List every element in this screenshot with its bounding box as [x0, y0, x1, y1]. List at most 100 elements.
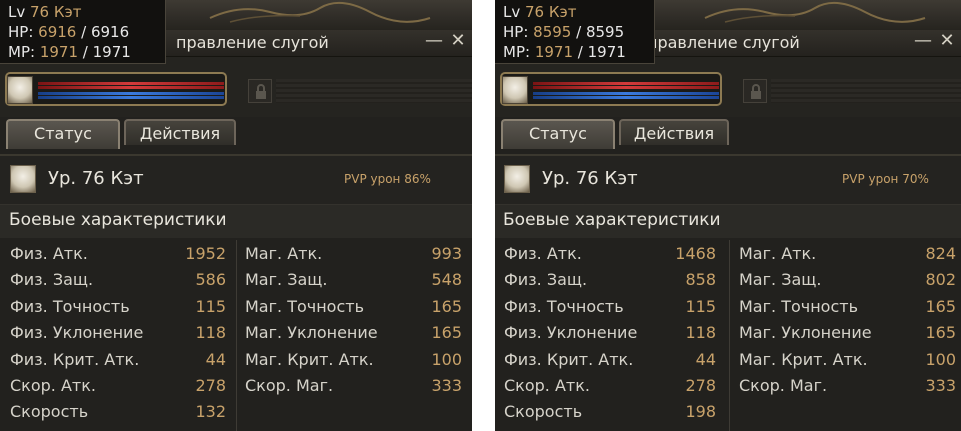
stat-label: Физ. Крит. Атк. [504, 349, 634, 369]
stat-label: Скорость [504, 402, 583, 422]
stat-value: 333 [925, 376, 956, 395]
level-label: Lv [8, 3, 26, 21]
stat-value: 278 [195, 376, 226, 395]
stat-value: 1468 [675, 244, 716, 263]
tooltip-hp: HP: 6916 / 6916 [8, 22, 165, 42]
stat-label: Скор. Маг. [245, 376, 334, 395]
hp-max: / 8595 [576, 23, 625, 41]
stat-label: Маг. Точность [245, 296, 364, 316]
mp-bar-secondary [38, 96, 224, 99]
stat-label: Маг. Крит. Атк. [739, 349, 868, 369]
stats-divider [236, 240, 237, 431]
stat-value: 118 [195, 323, 226, 343]
status-tooltip: Lv 76 Кэт HP: 6916 / 6916 MP: 1971 / 197… [0, 0, 166, 64]
close-icon[interactable]: ✕ [937, 30, 957, 52]
stat-label: Физ. Защ. [504, 270, 588, 290]
stat-label: Маг. Атк. [245, 244, 323, 263]
stat-row-physical: Физ. Атк. 1952 [10, 241, 226, 267]
servitor-window-right: правление слугой — ✕ Lv 76 Кэт HP: 8595 … [495, 0, 961, 431]
stat-value: 278 [685, 376, 716, 395]
stat-value: 586 [195, 270, 226, 290]
hp-bar-secondary [38, 86, 224, 89]
stat-value: 1952 [185, 244, 226, 263]
stat-row-physical: Скор. Атк. 278 [504, 373, 716, 399]
stat-row-physical: Физ. Уклонение 118 [10, 320, 226, 346]
stat-label: Скор. Атк. [504, 376, 590, 395]
stat-row-magical: Скор. Маг. 333 [739, 373, 956, 399]
status-tooltip: Lv 76 Кэт HP: 8595 / 8595 MP: 1971 / 197… [495, 0, 655, 64]
stat-row-magical: Маг. Атк. 993 [245, 241, 462, 267]
minimize-icon[interactable]: — [913, 30, 933, 52]
servitor-frame[interactable] [5, 72, 227, 106]
close-icon[interactable]: ✕ [448, 30, 468, 52]
servitor-frame[interactable] [500, 72, 722, 106]
mp-bar [533, 92, 719, 95]
tooltip-level: Lv 76 Кэт [8, 2, 165, 22]
mp-label: MP: [8, 43, 36, 61]
stats-divider [729, 240, 730, 431]
stat-label: Маг. Защ. [739, 270, 822, 290]
stat-row-magical: Маг. Уклонение 165 [739, 320, 956, 346]
tooltip-mp: MP: 1971 / 1971 [503, 42, 654, 62]
mp-label: MP: [503, 43, 531, 61]
window-title: правление слугой [647, 33, 800, 52]
stat-label: Скор. Маг. [739, 376, 828, 395]
stat-row-magical: Маг. Защ. 548 [245, 267, 462, 293]
servitor-portrait[interactable] [7, 76, 33, 104]
stat-value: 333 [431, 376, 462, 395]
stat-row-physical: Скорость 132 [10, 399, 226, 425]
tab-status[interactable]: Статус [6, 119, 120, 149]
stat-row-physical: Физ. Крит. Атк. 44 [504, 347, 716, 373]
stat-value: 858 [685, 270, 716, 290]
mp-max: / 1971 [577, 43, 626, 61]
stat-label: Скор. Атк. [10, 376, 96, 395]
stat-row-physical: Физ. Крит. Атк. 44 [10, 347, 226, 373]
mp-bar-secondary [533, 96, 719, 99]
stat-value: 165 [925, 323, 956, 343]
servitor-window-left: правление слугой — ✕ Lv 76 Кэт HP: 6916 … [0, 0, 472, 431]
mp-current: 1971 [39, 43, 79, 61]
stat-label: Физ. Крит. Атк. [10, 349, 140, 369]
stat-row-magical: Маг. Точность 165 [245, 294, 462, 320]
stat-row-magical: Маг. Крит. Атк. 100 [739, 347, 956, 373]
minimize-icon[interactable]: — [424, 30, 444, 52]
stat-value: 802 [925, 270, 956, 290]
stat-row-magical: Маг. Защ. 802 [739, 267, 956, 293]
stat-row-physical: Физ. Уклонение 118 [504, 320, 716, 346]
stat-row-magical: Скор. Маг. 333 [245, 373, 462, 399]
empty-servitor-slot [276, 79, 472, 103]
stat-value: 100 [431, 349, 462, 369]
tab-actions[interactable]: Действия [619, 119, 729, 145]
stat-label: Физ. Точность [504, 296, 624, 316]
combat-stats-title: Боевые характеристики [503, 210, 721, 230]
tab-actions[interactable]: Действия [124, 119, 236, 145]
mp-current: 1971 [534, 43, 574, 61]
lock-icon[interactable] [743, 79, 767, 103]
stat-label: Маг. Крит. Атк. [245, 349, 374, 369]
stat-row-physical: Скорость 198 [504, 399, 716, 425]
lock-icon[interactable] [248, 79, 272, 103]
tooltip-level: Lv 76 Кэт [503, 2, 654, 22]
hp-bar [533, 82, 719, 85]
servitor-portrait[interactable] [502, 76, 528, 104]
stat-value: 165 [431, 296, 462, 316]
stat-value: 100 [925, 349, 956, 369]
hp-current: 8595 [533, 23, 572, 41]
level-and-name: 76 Кэт [81, 168, 144, 189]
stat-label: Физ. Уклонение [504, 323, 638, 343]
stat-label: Скорость [10, 402, 89, 422]
stat-value: 115 [195, 296, 226, 316]
stat-value: 118 [685, 323, 716, 343]
servitor-small-portrait [10, 165, 36, 193]
pvp-damage: PVP урон 70% [842, 172, 929, 186]
stat-label: Маг. Уклонение [739, 323, 872, 343]
hp-bar [38, 82, 224, 85]
stat-row-magical: Маг. Крит. Атк. 100 [245, 347, 462, 373]
stat-row-magical: Маг. Уклонение 165 [245, 320, 462, 346]
stat-value: 165 [431, 323, 462, 343]
stat-label: Физ. Точность [10, 296, 130, 316]
tab-status[interactable]: Статус [501, 119, 615, 149]
stat-row-physical: Физ. Защ. 858 [504, 267, 716, 293]
level-value: 76 Кэт [30, 3, 82, 21]
stat-value: 824 [925, 244, 956, 263]
